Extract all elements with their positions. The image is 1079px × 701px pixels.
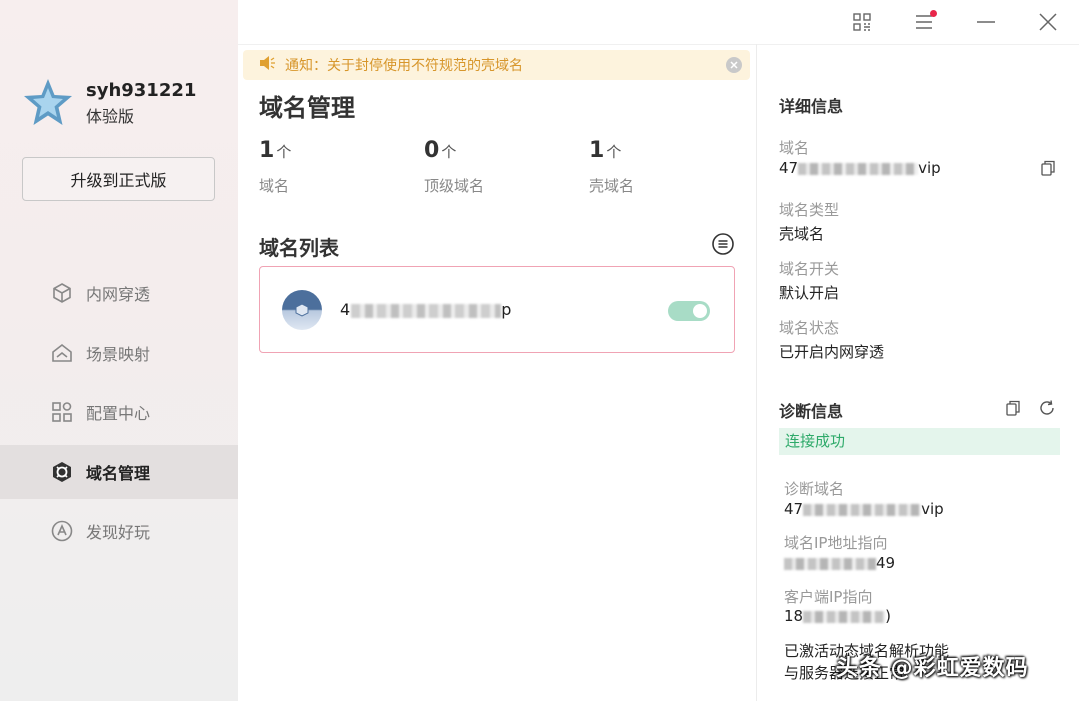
house-icon xyxy=(50,341,74,365)
star-avatar-icon xyxy=(24,79,72,125)
stat-value: 1 xyxy=(259,138,275,163)
cube-icon xyxy=(50,281,74,305)
details-title: 详细信息 xyxy=(779,97,844,116)
domain-value[interactable]: 47 vip xyxy=(779,159,941,177)
stat-unit: 个 xyxy=(441,143,457,161)
notice-bar[interactable]: 通知：关于封停使用不符规范的壳域名 xyxy=(243,50,750,80)
upgrade-button[interactable]: 升级到正式版 xyxy=(22,157,215,201)
notification-dot xyxy=(930,10,937,17)
user-profile: syh931221 体验版 xyxy=(22,76,196,130)
domain-name: 4p xyxy=(340,300,512,319)
domain-value-start: 47 xyxy=(779,159,799,177)
panel-divider xyxy=(756,44,757,701)
speaker-icon xyxy=(259,56,275,74)
sidebar-item-label: 内网穿透 xyxy=(86,285,151,304)
type-value: 壳域名 xyxy=(779,225,825,243)
sidebar-item-label: 发现好玩 xyxy=(86,523,151,542)
status-label: 域名状态 xyxy=(779,319,840,337)
stat-domains: 1个 域名 xyxy=(259,138,424,196)
list-menu-icon[interactable] xyxy=(712,233,734,255)
redacted-text xyxy=(798,162,919,175)
cube-icon xyxy=(295,302,309,317)
sidebar-item-discover[interactable]: 发现好玩 xyxy=(0,504,238,558)
menu-icon[interactable] xyxy=(893,8,955,36)
status-value: 已开启内网穿透 xyxy=(779,343,885,361)
window-controls xyxy=(831,8,1079,36)
close-notice-icon[interactable] xyxy=(726,57,742,73)
edition-label: 体验版 xyxy=(86,107,135,126)
diag-domain-value: 47 vip xyxy=(784,500,944,518)
domain-list-title: 域名列表 xyxy=(259,236,339,260)
stat-label: 顶级域名 xyxy=(424,177,485,195)
domain-label: 域名 xyxy=(779,139,810,157)
stat-value: 0 xyxy=(424,138,440,163)
grid-icon xyxy=(50,400,74,424)
domain-toggle[interactable] xyxy=(668,301,710,321)
domain-card[interactable]: 4p xyxy=(259,266,735,353)
type-label: 域名类型 xyxy=(779,201,840,219)
sidebar-item-scene[interactable]: 场景映射 xyxy=(0,326,238,380)
diag-domain-start: 47 xyxy=(784,500,804,518)
redacted-text xyxy=(803,610,886,623)
redacted-text xyxy=(803,503,922,516)
copy-icon[interactable] xyxy=(1040,160,1056,176)
qr-code-icon[interactable] xyxy=(831,8,893,36)
stat-top-domains: 0个 顶级域名 xyxy=(424,138,589,196)
stat-label: 壳域名 xyxy=(589,177,635,195)
header-divider xyxy=(238,44,1079,45)
copy-icon[interactable] xyxy=(1005,400,1021,416)
domain-value-end: vip xyxy=(918,159,941,177)
connection-status: 连接成功 xyxy=(779,428,1060,455)
minimize-icon[interactable] xyxy=(955,8,1017,36)
diagnosis-title: 诊断信息 xyxy=(779,402,844,421)
domain-icon xyxy=(50,460,74,484)
stats-row: 1个 域名 0个 顶级域名 1个 壳域名 xyxy=(259,138,754,196)
stat-value: 1 xyxy=(589,138,605,163)
diag-domain-label: 诊断域名 xyxy=(784,480,845,498)
client-ip-label: 客户端IP指向 xyxy=(784,588,873,606)
domain-name-start: 4 xyxy=(340,300,352,319)
redacted-text xyxy=(784,557,876,570)
discover-icon xyxy=(50,519,74,543)
client-ip-start: 18 xyxy=(784,607,804,625)
switch-value: 默认开启 xyxy=(779,284,840,302)
ip-value: 49 xyxy=(784,554,895,572)
client-ip-value: 18) xyxy=(784,607,891,625)
stat-unit: 个 xyxy=(606,143,622,161)
client-ip-end: ) xyxy=(885,607,891,625)
ip-label: 域名IP地址指向 xyxy=(784,534,888,552)
sidebar-item-domain[interactable]: 域名管理 xyxy=(0,444,238,499)
toggle-knob xyxy=(693,304,707,318)
switch-label: 域名开关 xyxy=(779,260,840,278)
sidebar-nav: 内网穿透 场景映射 配置中心 域名管理 发现好玩 xyxy=(0,266,238,564)
sidebar-item-label: 场景映射 xyxy=(86,344,151,364)
page-title: 域名管理 xyxy=(259,94,355,122)
diag-domain-end: vip xyxy=(921,500,944,518)
username: syh931221 xyxy=(86,80,197,101)
stat-unit: 个 xyxy=(276,143,292,161)
close-icon[interactable] xyxy=(1017,8,1079,36)
sidebar-item-intranet[interactable]: 内网穿透 xyxy=(0,266,238,320)
stat-shell-domains: 1个 壳域名 xyxy=(589,138,754,196)
watermark: 头条 @彩虹爱数码 xyxy=(836,656,1029,681)
ip-value-end: 49 xyxy=(876,554,896,572)
domain-name-end: p xyxy=(501,300,513,319)
sidebar-item-label: 配置中心 xyxy=(86,404,151,423)
sidebar-item-label: 域名管理 xyxy=(86,463,151,483)
domain-avatar xyxy=(282,289,322,330)
sidebar-item-config[interactable]: 配置中心 xyxy=(0,385,238,439)
notice-text[interactable]: 通知：关于封停使用不符规范的壳域名 xyxy=(285,55,523,75)
sidebar: syh931221 体验版 升级到正式版 内网穿透 场景映射 配置中心 域名管理… xyxy=(0,0,238,701)
stat-label: 域名 xyxy=(259,177,290,195)
refresh-icon[interactable] xyxy=(1039,400,1055,416)
redacted-text xyxy=(351,303,502,318)
